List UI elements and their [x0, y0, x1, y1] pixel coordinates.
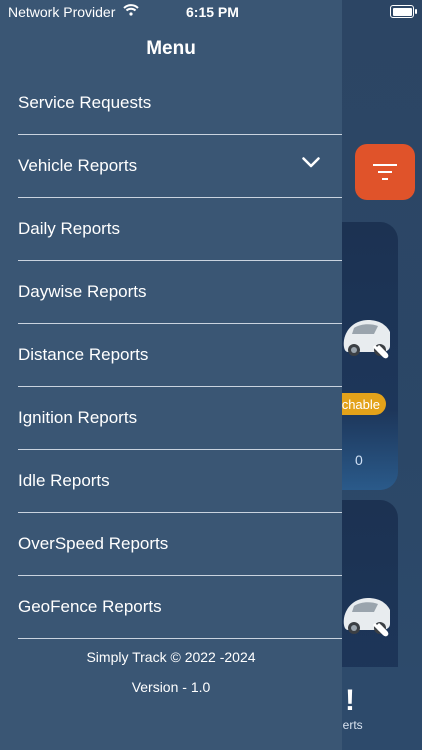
menu-item-label: Ignition Reports: [18, 408, 138, 427]
car-image-icon: [343, 320, 390, 359]
menu-item-label: Service Requests: [18, 93, 152, 112]
menu-item-label: Vehicle Reports: [18, 156, 138, 175]
menu-item-overspeed-reports[interactable]: OverSpeed Reports: [18, 513, 342, 576]
menu-item-service-requests[interactable]: Service Requests: [18, 72, 342, 135]
alert-icon[interactable]: !: [345, 684, 355, 718]
menu-item-daywise-reports[interactable]: Daywise Reports: [18, 261, 342, 324]
clock-time: 6:15 PM: [186, 4, 239, 20]
menu-item-label: OverSpeed Reports: [18, 534, 169, 553]
menu-item-label: GeoFence Reports: [18, 597, 162, 616]
car-image-icon: [343, 598, 390, 637]
menu-item-daily-reports[interactable]: Daily Reports: [18, 198, 342, 261]
menu-item-label: Idle Reports: [18, 471, 110, 490]
side-drawer-menu: Menu Service Requests Vehicle Reports Da…: [0, 0, 342, 750]
copyright-text: Simply Track © 2022 -2024: [86, 649, 256, 665]
menu-item-vehicle-reports[interactable]: Vehicle Reports: [18, 135, 342, 198]
tab-alerts-label[interactable]: lerts: [340, 718, 363, 732]
menu-item-ignition-reports[interactable]: Ignition Reports: [18, 387, 342, 450]
wifi-icon: [123, 4, 139, 16]
battery-icon: [390, 5, 417, 18]
filter-icon: [373, 164, 397, 180]
chevron-down-icon[interactable]: [302, 157, 320, 168]
version-text: Version - 1.0: [131, 679, 211, 695]
menu-item-label: Daywise Reports: [18, 282, 147, 301]
menu-item-label: Distance Reports: [18, 345, 149, 364]
carrier-label: Network Provider: [8, 4, 116, 20]
menu-title: Menu: [146, 38, 196, 59]
card-value: 0: [355, 452, 363, 468]
status-bar: Network Provider 6:15 PM: [0, 0, 422, 24]
menu-item-distance-reports[interactable]: Distance Reports: [18, 324, 342, 387]
menu-list: Service Requests Vehicle Reports Daily R…: [18, 72, 342, 639]
menu-item-label: Daily Reports: [18, 219, 121, 238]
filter-button[interactable]: [355, 144, 415, 200]
menu-item-geofence-reports[interactable]: GeoFence Reports: [18, 576, 342, 639]
menu-item-idle-reports[interactable]: Idle Reports: [18, 450, 342, 513]
